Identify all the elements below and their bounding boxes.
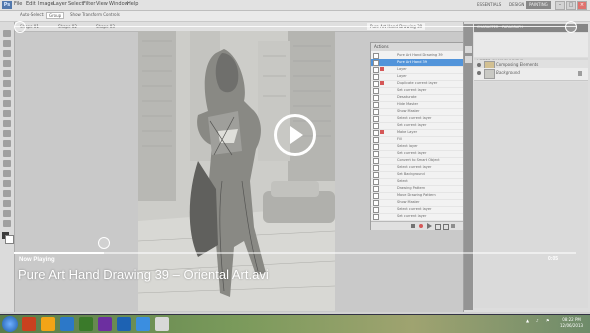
seek-bar-progress xyxy=(14,252,104,254)
taskbar-app-icon[interactable] xyxy=(117,317,131,331)
system-clock[interactable]: 08:22 PM 12/06/2013 xyxy=(560,317,583,329)
elapsed-time: 0:05 xyxy=(548,256,559,262)
clock-date: 12/06/2013 xyxy=(560,323,584,328)
video-title: Pure Art Hand Drawing 39 – Oriental Art.… xyxy=(18,267,269,282)
taskbar-app-icon[interactable] xyxy=(22,317,36,331)
taskbar-app-icon[interactable] xyxy=(79,317,93,331)
top-right-handle[interactable] xyxy=(565,21,577,33)
taskbar-app-icon[interactable] xyxy=(60,317,74,331)
seek-handle[interactable] xyxy=(98,237,110,249)
tray-volume-icon[interactable]: ♪ xyxy=(536,318,539,323)
taskbar-app-icon[interactable] xyxy=(41,317,55,331)
top-left-handle[interactable] xyxy=(14,21,26,33)
windows-taskbar: ▲ ♪ ⚑ 08:22 PM 12/06/2013 xyxy=(0,314,590,333)
tray-network-icon[interactable]: ▲ xyxy=(526,318,529,323)
start-button[interactable] xyxy=(2,316,18,332)
taskbar-app-icon[interactable] xyxy=(155,317,169,331)
taskbar-app-icon[interactable] xyxy=(136,317,150,331)
top-progress-line xyxy=(14,26,576,27)
now-playing-label: Now Playing xyxy=(19,257,55,263)
play-icon xyxy=(290,126,303,144)
taskbar-app-icon[interactable] xyxy=(98,317,112,331)
play-button[interactable] xyxy=(274,114,316,156)
tray-flag-icon[interactable]: ⚑ xyxy=(546,318,550,323)
